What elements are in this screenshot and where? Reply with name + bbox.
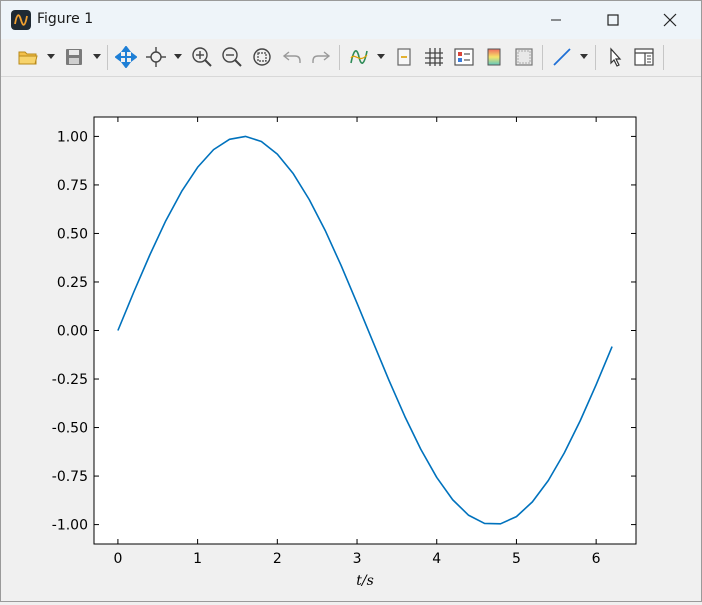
- curve-menu-caret[interactable]: [376, 44, 386, 70]
- property-panel-icon: [634, 48, 654, 66]
- legend-box-icon: [454, 48, 474, 66]
- data-cursor-icon: [146, 47, 166, 67]
- line-chart[interactable]: 0 1 2 3 4 5 6 -1.00 -0.75 -0.50 -0.25 0.00 0.25 0.50 0…: [1, 77, 701, 601]
- data-cursor-menu-caret[interactable]: [173, 44, 183, 70]
- x-tick-label: 1: [193, 551, 202, 567]
- y-tick-label: -0.75: [52, 469, 88, 485]
- y-tick-label: 0.75: [57, 178, 88, 194]
- minimize-icon: [551, 19, 561, 21]
- maximize-icon: [607, 14, 619, 26]
- chevron-down-icon: [174, 54, 182, 59]
- line-style-menu-caret[interactable]: [579, 44, 589, 70]
- toolbar-divider: [339, 45, 340, 70]
- save-icon: [66, 49, 82, 65]
- property-panel-button[interactable]: [631, 44, 657, 70]
- x-tick-label: 4: [432, 551, 441, 567]
- minimize-button[interactable]: [531, 1, 581, 39]
- pan-button[interactable]: [113, 44, 139, 70]
- x-tick-label: 6: [592, 551, 601, 567]
- axes-background: [94, 117, 636, 544]
- chevron-down-icon: [580, 54, 588, 59]
- select-pointer-icon: [610, 47, 622, 67]
- toolbar-divider: [595, 45, 596, 70]
- toolbar-divider: [542, 45, 543, 70]
- chevron-down-icon: [377, 54, 385, 59]
- chevron-down-icon: [47, 54, 55, 59]
- close-button[interactable]: [645, 1, 695, 39]
- legend-icon: [397, 48, 411, 66]
- open-folder-icon: [18, 51, 38, 65]
- y-tick-label: -1.00: [52, 518, 88, 534]
- line-style-icon: [553, 48, 571, 66]
- zoom-in-icon: [192, 47, 212, 67]
- y-tick-label: 0.00: [57, 324, 88, 340]
- grid-icon: [425, 48, 443, 66]
- colormap-icon: [487, 48, 501, 66]
- maximize-button[interactable]: [588, 1, 638, 39]
- curve-button[interactable]: [346, 44, 372, 70]
- colormap-button[interactable]: [481, 44, 507, 70]
- redo-icon: [312, 51, 331, 63]
- toolbar: [1, 40, 701, 77]
- select-pointer-button[interactable]: [602, 44, 628, 70]
- zoom-fit-button[interactable]: [249, 44, 275, 70]
- grid-button[interactable]: [421, 44, 447, 70]
- close-icon: [663, 13, 677, 27]
- window-title: Figure 1: [37, 11, 94, 27]
- axes-box-icon: [515, 48, 533, 66]
- zoom-out-icon: [222, 47, 242, 67]
- data-cursor-button[interactable]: [143, 44, 169, 70]
- x-tick-label: 2: [273, 551, 282, 567]
- y-tick-label: 0.25: [57, 275, 88, 291]
- save-menu-caret[interactable]: [92, 44, 102, 70]
- redo-button[interactable]: [308, 44, 334, 70]
- line-style-button[interactable]: [549, 44, 575, 70]
- curve-icon: [350, 50, 368, 64]
- open-button[interactable]: [15, 44, 41, 70]
- zoom-in-button[interactable]: [189, 44, 215, 70]
- undo-button[interactable]: [279, 44, 305, 70]
- zoom-out-button[interactable]: [219, 44, 245, 70]
- figure-window: Figure 1 0 1 2 3 4 5 6 -1.00 -0.75 -0.50…: [0, 0, 702, 602]
- toolbar-divider: [663, 45, 664, 70]
- legend-box-button[interactable]: [451, 44, 477, 70]
- x-tick-label: 0: [113, 551, 122, 567]
- y-tick-label: -0.25: [52, 372, 88, 388]
- plot-area[interactable]: 0 1 2 3 4 5 6 -1.00 -0.75 -0.50 -0.25 0.00 0.25 0.50 0…: [1, 77, 701, 601]
- toolbar-divider: [107, 45, 108, 70]
- save-button[interactable]: [61, 44, 87, 70]
- zoom-fit-icon: [253, 48, 271, 66]
- undo-icon: [282, 51, 301, 63]
- x-axis-label: t/s: [356, 573, 374, 589]
- app-logo-icon: [11, 10, 31, 30]
- chevron-down-icon: [93, 54, 101, 59]
- y-tick-label: -0.50: [52, 421, 88, 437]
- x-tick-label: 3: [353, 551, 362, 567]
- pan-icon: [115, 46, 137, 68]
- open-menu-caret[interactable]: [46, 44, 56, 70]
- legend-button[interactable]: [391, 44, 417, 70]
- y-tick-label: 1.00: [57, 129, 88, 145]
- x-tick-label: 5: [512, 551, 521, 567]
- axes-box-button[interactable]: [511, 44, 537, 70]
- y-tick-label: 0.50: [57, 226, 88, 242]
